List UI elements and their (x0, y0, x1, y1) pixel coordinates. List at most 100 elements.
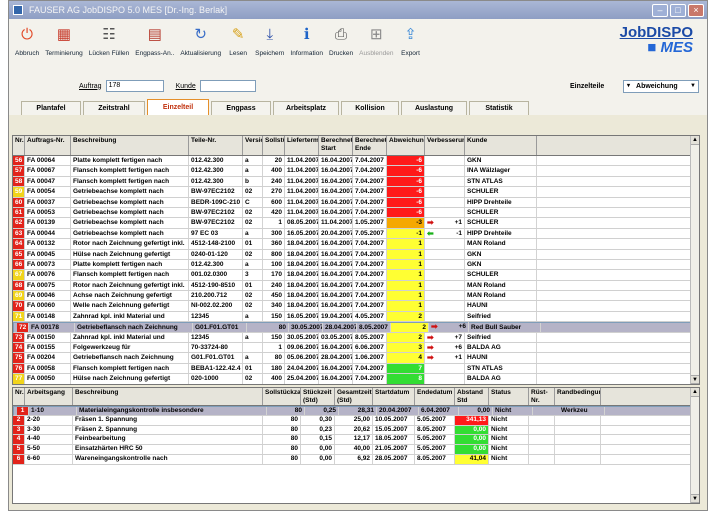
table-row[interactable]: 4 4-40 Feinbearbeitung 80 0,15 12,17 18.05.200… (13, 435, 699, 446)
table-row[interactable]: 77 FA 00050 Hülse nach Zeichnung gefertigt… (13, 374, 699, 384)
col-header[interactable]: Beschreibung (73, 388, 263, 405)
col-header[interactable]: Nr. (13, 136, 25, 155)
table-row[interactable]: 2 2-20 Fräsen 1. Spannung 80 0,30 25,00 10.05.… (13, 415, 699, 426)
lücken-füllen-button[interactable]: ☷ Lücken Füllen (89, 23, 129, 57)
cell-kunde: Red Bull Sauber (469, 322, 541, 333)
table-row[interactable]: 61 FA 00053 Getriebeachse komplett nach BW-… (13, 207, 699, 219)
mode-select[interactable]: ▾ Abweichung ▼ (623, 79, 699, 93)
table-row[interactable]: 56 FA 00064 Platte komplett fertigen nach 0… (13, 156, 699, 167)
cell-ende: 8.05.2007 (357, 322, 391, 333)
table-row[interactable]: 64 FA 00132 Rotor nach Zeichnung gefertigt… (13, 239, 699, 250)
scroll-up-icon[interactable]: ▲ (691, 136, 699, 145)
cell-soll: 150 (263, 332, 285, 343)
col-header[interactable]: Status (489, 388, 529, 405)
table-row[interactable]: 66 FA 00073 Platte komplett fertigen nach 0… (13, 259, 699, 271)
col-header[interactable]: Berechnet Ende (353, 136, 387, 155)
cell-nr: 3 (13, 425, 25, 435)
terminierung-button[interactable]: ▦ Terminierung (45, 23, 83, 57)
scroll-down-icon[interactable]: ▼ (691, 375, 699, 384)
table-row[interactable]: 5 5-50 Einsatzhärten HRC 50 80 0,00 40,00 21.0… (13, 445, 699, 455)
cell-start: 03.05.2007 (321, 332, 353, 343)
ausblenden-button[interactable]: ⊞ Ausblenden (359, 23, 393, 57)
tab-einzelteil[interactable]: Einzelteil (147, 99, 209, 115)
table-row[interactable]: 69 FA 00046 Achse nach Zeichnung gefertigt… (13, 291, 699, 302)
tab-plantafel[interactable]: Plantafel (21, 101, 81, 115)
table-row[interactable]: 72 FA 00178 Getriebeflansch nach Zeichnung… (13, 322, 699, 333)
col-header[interactable]: Version (243, 136, 263, 155)
col-header[interactable]: Kunde (465, 136, 537, 155)
scroll-down-icon[interactable]: ▼ (691, 494, 699, 503)
table-row[interactable]: 63 FA 00044 Getriebeachse komplett nach 97 … (13, 228, 699, 240)
col-header[interactable]: Sollstück (263, 136, 285, 155)
tab-zeitstrahl[interactable]: Zeitstrahl (83, 101, 145, 115)
col-header[interactable]: Randbedingung (555, 388, 601, 405)
cell-beschr: Achse nach Zeichnung gefertigt (71, 291, 189, 301)
cell-rand (555, 454, 601, 464)
col-header[interactable]: Gesamtzeit (Std) (335, 388, 373, 405)
orders-scrollbar[interactable]: ▲ ▼ (690, 136, 699, 384)
col-header[interactable]: Nr. (13, 388, 25, 405)
cell-ruest (529, 435, 555, 445)
cell-verb: ➡ +1 (425, 353, 465, 363)
table-row[interactable]: 71 FA 00148 Zahnrad kpl. inkl Material und… (13, 311, 699, 323)
table-row[interactable]: 75 FA 00204 Getriebeflansch nach Zeichnung… (13, 353, 699, 364)
abbruch-button[interactable]: ⏻ Abbruch (15, 23, 39, 58)
verbesserung-value: +1 (454, 354, 462, 362)
tab-arbeitsplatz[interactable]: Arbeitsplatz (273, 101, 339, 115)
table-row[interactable]: 57 FA 00067 Flansch komplett fertigen nach… (13, 166, 699, 177)
kunde-input[interactable] (199, 80, 256, 92)
cell-abw: -3 (387, 218, 425, 228)
drucken-button[interactable]: ⎙ Drucken (329, 23, 353, 58)
col-header[interactable]: Arbeitsgang (25, 388, 73, 405)
scroll-up-icon[interactable]: ▲ (691, 388, 699, 397)
cell-teil: 0240-01-120 (189, 249, 243, 259)
table-row[interactable]: 70 FA 00060 Welle nach Zeichnung gefertigt… (13, 301, 699, 312)
table-row[interactable]: 3 3-30 Fräsen 2. Spannung 80 0,23 20,62 15.05.… (13, 425, 699, 436)
col-header[interactable]: Berechnete Start (319, 136, 353, 155)
tab-engpass[interactable]: Engpass (211, 101, 271, 115)
col-header[interactable]: Endedatum (415, 388, 455, 405)
table-row[interactable]: 58 FA 00047 Flansch komplett fertigen nach… (13, 176, 699, 188)
table-row[interactable]: 67 FA 00076 Flansch komplett fertigen nach… (13, 270, 699, 281)
information-button[interactable]: ℹ Information (290, 23, 323, 57)
col-header[interactable]: Verbesserung (425, 136, 465, 155)
col-header[interactable]: Sollstückzahl (263, 388, 301, 405)
table-row[interactable]: 6 6-60 Wareneingangskontrolle nach 80 0,00 6,… (13, 454, 699, 465)
table-row[interactable]: 76 FA 00058 Flansch komplett fertigen nach… (13, 363, 699, 375)
col-header[interactable]: Rüst-Nr. (529, 388, 555, 405)
table-row[interactable]: 68 FA 00075 Rotor nach Zeichnung gefertigt… (13, 280, 699, 292)
col-header[interactable]: Stückzeit (Std) (301, 388, 335, 405)
tab-kollision[interactable]: Kollision (341, 101, 399, 115)
cell-beschr: Fräsen 1. Spannung (73, 415, 263, 425)
table-row[interactable]: 59 FA 00054 Getriebeachse komplett nach BW-… (13, 187, 699, 198)
table-row[interactable]: 73 FA 00150 Zahnrad kpl. inkl Material und… (13, 332, 699, 344)
minimize-button[interactable]: – (652, 3, 668, 17)
col-header[interactable]: Startdatum (373, 388, 415, 405)
table-row[interactable]: 65 FA 00045 Hülse nach Zeichnung gefertigt… (13, 249, 699, 260)
col-header[interactable]: Liefertermin (285, 136, 319, 155)
table-row[interactable]: 60 FA 00037 Getriebeachse komplett nach BED… (13, 197, 699, 208)
table-row[interactable]: 74 FA 00155 Folgewerkzeug für 70-33724-80 1 0… (13, 343, 699, 354)
col-header[interactable]: Abstand Std (455, 388, 489, 405)
lesen-button[interactable]: ✎ Lesen (227, 23, 249, 57)
fill-gaps-icon: ☷ (102, 26, 116, 43)
tab-auslastung[interactable]: Auslastung (401, 101, 467, 115)
close-button[interactable]: × (688, 3, 704, 17)
engpass-an-button[interactable]: ▤ Engpass-An.. (135, 23, 174, 57)
col-header[interactable]: Beschreibung (71, 136, 189, 155)
maximize-button[interactable]: □ (670, 3, 686, 17)
aktualisierung-button[interactable]: ↻ Aktualisierung (180, 23, 221, 57)
cell-kunde: BALDA AG (465, 343, 537, 353)
auftrag-input[interactable]: 178 (105, 80, 164, 92)
tab-statistik[interactable]: Statistik (469, 101, 529, 115)
cell-teil: 4512-148-2100 (189, 239, 243, 249)
export-button[interactable]: ⇪ Export (400, 23, 422, 57)
speichern-button[interactable]: ⤓ Speichern (255, 23, 284, 58)
col-header[interactable]: Auftrags-Nr. (25, 136, 71, 155)
cell-soll: 170 (263, 270, 285, 280)
table-row[interactable]: 1 1-10 Materialeingangskontrolle insbesond… (13, 406, 699, 416)
col-header[interactable]: Abweichung (387, 136, 425, 155)
table-row[interactable]: 62 FA 00139 Getriebeachse komplett nach BW-… (13, 218, 699, 229)
col-header[interactable]: Teile-Nr. (189, 136, 243, 155)
operations-scrollbar[interactable]: ▲ ▼ (690, 388, 699, 503)
